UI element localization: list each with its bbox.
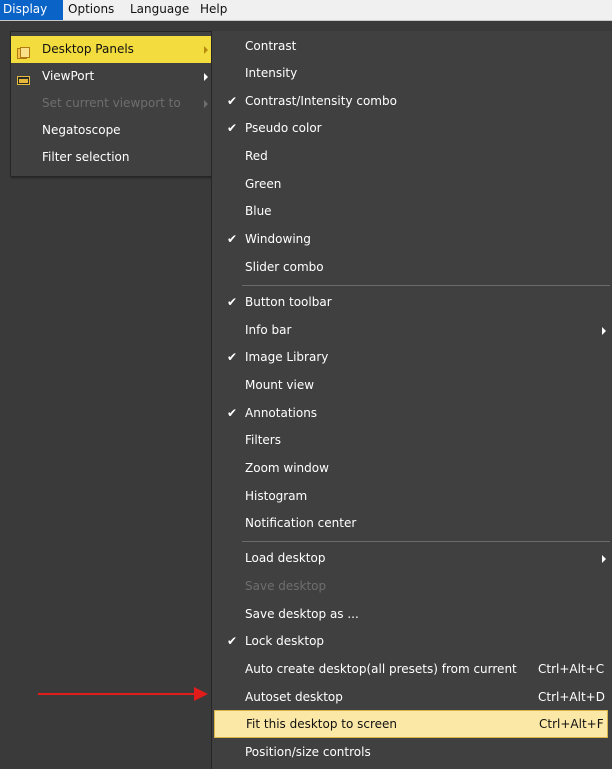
menu-item-windowing[interactable]: ✔ Windowing [212,225,612,253]
check-icon: ✔ [227,406,238,420]
viewport-icon [17,70,30,85]
display-menu: Desktop Panels ViewPort Set current view… [10,31,213,177]
menu-item-viewport[interactable]: ViewPort [11,63,212,90]
desktop-panels-submenu: Contrast Intensity ✔ Contrast/Intensity … [211,31,612,769]
menu-item-label: Negatoscope [42,123,121,137]
menu-bar: Display Options Language Help [0,0,612,21]
menu-item-button-toolbar[interactable]: ✔ Button toolbar [212,288,612,316]
menu-item-label: Red [245,149,268,163]
menu-item-label: Annotations [245,406,318,420]
menu-item-contrast-intensity-combo[interactable]: ✔ Contrast/Intensity combo [212,87,612,115]
menu-item-label: ViewPort [42,69,95,83]
menu-item-label: Set current viewport to [42,96,181,110]
annotation-arrow-line [38,693,196,695]
menu-options[interactable]: Options [65,0,122,20]
check-icon: ✔ [227,350,238,364]
menu-item-label: Green [245,177,282,191]
menu-item-label: Load desktop [245,551,326,565]
menu-item-label: Auto create desktop(all presets) from cu… [245,662,517,676]
menu-item-save-desktop-as[interactable]: Save desktop as ... [212,600,612,628]
menu-item-position-size-controls[interactable]: Position/size controls [212,738,612,766]
check-icon: ✔ [227,634,238,648]
check-icon: ✔ [227,121,238,135]
menu-item-label: Position/size controls [245,745,371,759]
menu-item-label: Mount view [245,378,315,392]
menu-item-label: Filters [245,433,281,447]
check-icon: ✔ [227,295,238,309]
menu-item-desktop-panels[interactable]: Desktop Panels [11,36,212,63]
menu-item-label: Desktop Panels [42,42,134,56]
menu-item-label: Contrast/Intensity combo [245,94,397,108]
menu-item-label: Autoset desktop [245,690,343,704]
menu-item-info-bar[interactable]: Info bar [212,316,612,344]
menu-item-image-library[interactable]: ✔ Image Library [212,343,612,371]
menu-item-label: Notification center [245,516,357,530]
menu-item-load-desktop[interactable]: Load desktop [212,544,612,572]
menu-item-filters[interactable]: Filters [212,426,612,454]
menu-language[interactable]: Language [127,0,197,20]
menu-item-slider-combo[interactable]: Slider combo [212,253,612,281]
check-icon: ✔ [227,232,238,246]
menu-item-pseudo-color[interactable]: ✔ Pseudo color [212,114,612,142]
shortcut-label: Ctrl+Alt+F [539,717,604,731]
submenu-arrow-icon [602,327,606,335]
shortcut-label: Ctrl+Alt+C [538,662,605,676]
menu-item-red[interactable]: Red [212,142,612,170]
menu-item-set-current-viewport: Set current viewport to [11,90,212,117]
annotation-arrow-icon [194,687,208,701]
menu-item-contrast[interactable]: Contrast [212,32,612,60]
menu-item-label: Pseudo color [245,121,322,135]
menu-separator [242,541,610,542]
menu-item-label: Save desktop [245,579,327,593]
menu-item-label: Fit this desktop to screen [246,717,398,731]
menu-item-negatoscope[interactable]: Negatoscope [11,117,212,144]
menu-item-save-desktop: Save desktop [212,572,612,600]
menu-item-zoom-window[interactable]: Zoom window [212,454,612,482]
menu-item-green[interactable]: Green [212,170,612,198]
menu-item-label: Histogram [245,489,308,503]
menu-item-label: Image Library [245,350,329,364]
menu-item-label: Windowing [245,232,311,246]
panels-icon [17,43,30,59]
submenu-arrow-icon [602,555,606,563]
check-icon: ✔ [227,94,238,108]
menu-item-label: Slider combo [245,260,324,274]
menu-item-filter-selection[interactable]: Filter selection [11,144,212,171]
menu-item-lock-desktop[interactable]: ✔ Lock desktop [212,627,612,655]
menu-item-label: Info bar [245,323,292,337]
menu-display[interactable]: Display [0,0,63,20]
menu-item-label: Button toolbar [245,295,332,309]
menu-item-label: Lock desktop [245,634,325,648]
menu-item-blue[interactable]: Blue [212,197,612,225]
menu-item-label: Zoom window [245,461,329,475]
menu-item-auto-create-desktop[interactable]: Auto create desktop(all presets) from cu… [212,655,612,683]
menu-item-intensity[interactable]: Intensity [212,59,612,87]
menu-item-mount-view[interactable]: Mount view [212,371,612,399]
submenu-arrow-icon [204,46,208,54]
submenu-arrow-icon [204,100,208,108]
menu-item-autoset-desktop[interactable]: Autoset desktop Ctrl+Alt+D [212,683,612,711]
menu-item-label: Intensity [245,66,298,80]
menu-item-label: Save desktop as ... [245,607,359,621]
menu-item-label: Contrast [245,39,297,53]
shortcut-label: Ctrl+Alt+D [538,690,605,704]
menu-item-label: Blue [245,204,272,218]
menu-item-notification-center[interactable]: Notification center [212,509,612,537]
menu-help[interactable]: Help [197,0,233,20]
menu-item-histogram[interactable]: Histogram [212,482,612,510]
menu-item-fit-desktop-to-screen[interactable]: Fit this desktop to screen Ctrl+Alt+F [214,710,608,738]
submenu-arrow-icon [204,73,208,81]
menu-item-annotations[interactable]: ✔ Annotations [212,399,612,427]
menu-item-label: Filter selection [42,150,130,164]
menu-separator [242,285,610,286]
